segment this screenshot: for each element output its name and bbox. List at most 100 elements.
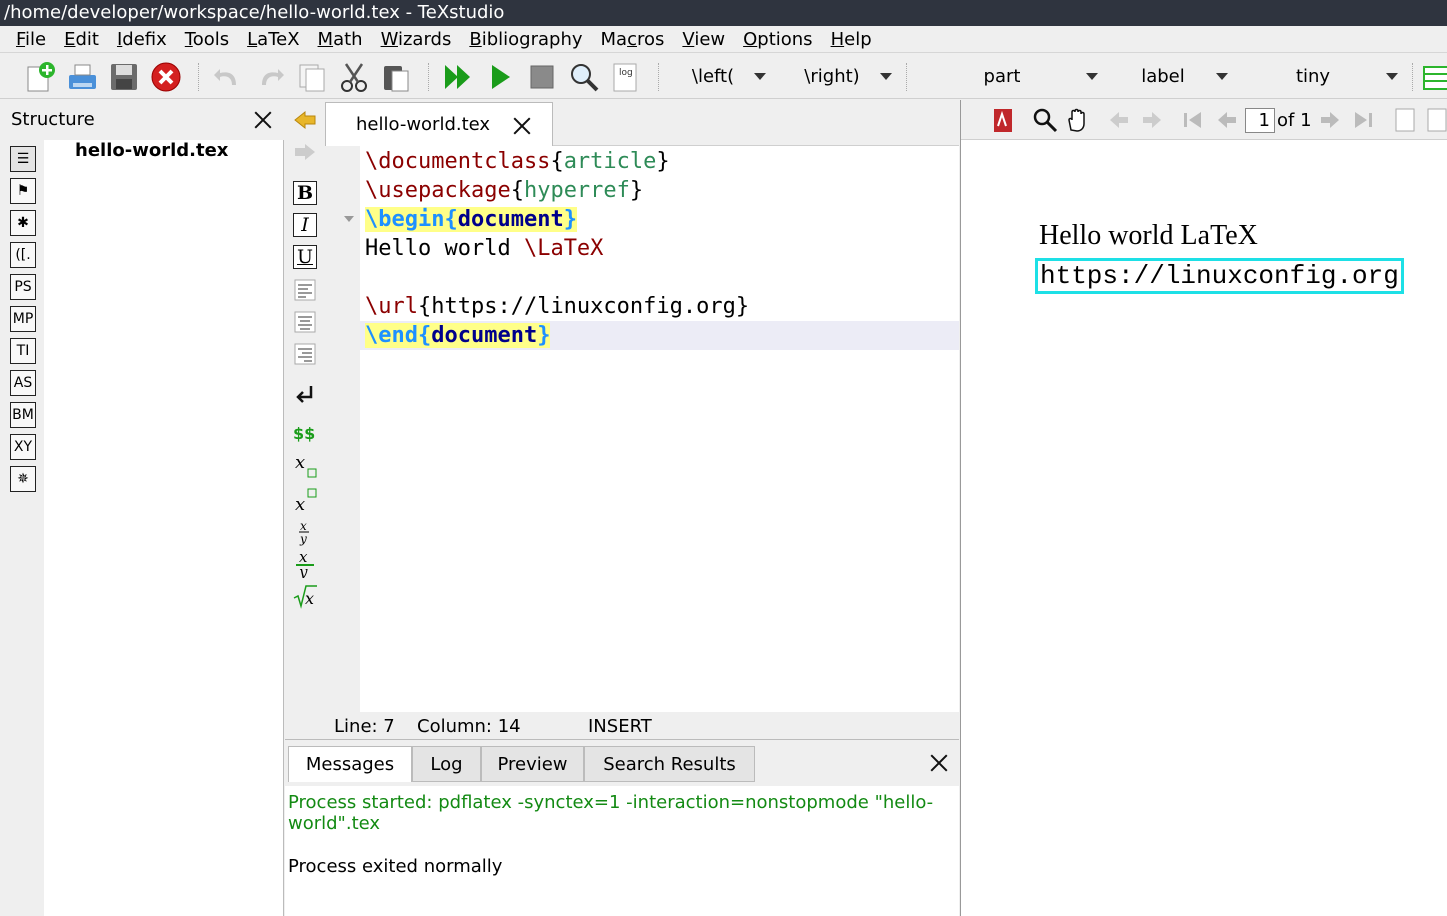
tab-search-results[interactable]: Search Results — [584, 746, 755, 782]
right-delimiter-value: \right) — [804, 65, 860, 87]
menu-item-wizards[interactable]: Wizards — [372, 27, 461, 52]
newline-icon[interactable] — [289, 380, 321, 408]
pdf-url-link[interactable]: https://linuxconfig.org — [1035, 258, 1404, 294]
sidebar-panel-icon[interactable]: ✵ — [10, 466, 36, 492]
fit-width-icon[interactable] — [1421, 104, 1447, 136]
menu-item-latex[interactable]: LaTeX — [238, 27, 308, 52]
next-page-icon[interactable] — [1314, 104, 1346, 136]
undo-icon[interactable] — [212, 61, 244, 93]
bold-button[interactable]: B — [293, 181, 317, 205]
back-icon[interactable] — [1103, 104, 1135, 136]
menu-item-idefix[interactable]: Idefix — [108, 27, 176, 52]
menu-item-macros[interactable]: Macros — [592, 27, 674, 52]
forward-icon[interactable] — [1136, 104, 1168, 136]
previous-page-icon[interactable] — [1211, 104, 1243, 136]
stop-compile-icon[interactable] — [526, 61, 558, 93]
status-mode: INSERT — [588, 716, 652, 737]
italic-button[interactable]: I — [293, 213, 317, 237]
sidebar-panel-icon[interactable]: MP — [10, 306, 36, 332]
small-fraction-icon[interactable]: xy — [289, 518, 321, 546]
zoom-icon[interactable] — [1029, 104, 1061, 136]
menu-item-file[interactable]: File — [7, 27, 55, 52]
pdf-document-icon[interactable] — [987, 104, 1019, 136]
tab-preview[interactable]: Preview — [481, 746, 584, 782]
back-arrow-icon[interactable] — [291, 108, 319, 132]
inline-math-icon[interactable]: $$ — [293, 424, 315, 443]
menu-item-options[interactable]: Options — [734, 27, 821, 52]
hand-tool-icon[interactable] — [1061, 104, 1093, 136]
align-left-icon[interactable] — [289, 276, 321, 304]
menu-item-view[interactable]: View — [673, 27, 734, 52]
menu-item-bibliography[interactable]: Bibliography — [460, 27, 591, 52]
forward-arrow-icon[interactable] — [291, 140, 319, 164]
last-page-icon[interactable] — [1347, 104, 1379, 136]
fraction-icon[interactable]: xy — [289, 550, 321, 578]
sidebar-panel-icon[interactable]: ✱ — [10, 210, 36, 236]
page-number-input[interactable]: 1 — [1245, 108, 1275, 133]
svg-text:y: y — [298, 563, 308, 578]
fold-arrow-icon[interactable] — [343, 214, 355, 224]
editor-tab-bar: hello-world.tex — [325, 100, 959, 146]
latex-logo: LaTeX — [1180, 220, 1258, 251]
subscript-icon[interactable]: x — [289, 452, 321, 480]
svg-text:x: x — [295, 452, 305, 473]
print-icon[interactable] — [66, 61, 98, 93]
square-root-icon[interactable]: x — [289, 582, 321, 610]
tab-hello-world[interactable]: hello-world.tex — [325, 102, 553, 146]
code-editor[interactable]: \documentclass{article} \usepackage{hype… — [360, 146, 959, 712]
zoom-100-icon[interactable] — [1389, 104, 1421, 136]
sidebar-panel-icon[interactable]: BM — [10, 402, 36, 428]
underline-button[interactable]: U — [293, 245, 317, 269]
left-delimiter-combo[interactable]: \left( — [672, 59, 772, 93]
chevron-down-icon — [1086, 72, 1098, 80]
tab-messages[interactable]: Messages — [288, 746, 412, 782]
superscript-icon[interactable]: x — [289, 486, 321, 514]
pdf-viewer: 1 of 1 Hello world LaTeX https://linuxco… — [960, 100, 1447, 916]
chevron-down-icon — [1216, 72, 1228, 80]
structure-file-item[interactable]: hello-world.tex — [75, 140, 228, 161]
close-messages-icon[interactable] — [928, 752, 950, 774]
align-center-icon[interactable] — [289, 308, 321, 336]
view-log-icon[interactable]: log — [610, 61, 642, 93]
close-document-icon[interactable] — [150, 61, 182, 93]
sidebar-panel-icon[interactable]: ☰ — [10, 146, 36, 172]
menu-item-help[interactable]: Help — [822, 27, 881, 52]
align-right-icon[interactable] — [289, 340, 321, 368]
right-delimiter-combo[interactable]: \right) — [784, 59, 898, 93]
table-icon[interactable] — [1420, 61, 1447, 93]
sidebar-panel-icon[interactable]: PS — [10, 274, 36, 300]
compile-icon[interactable] — [484, 61, 516, 93]
redo-icon[interactable] — [254, 61, 286, 93]
build-and-view-icon[interactable] — [442, 61, 474, 93]
sectioning-combo[interactable]: part — [918, 59, 1104, 93]
cut-icon[interactable] — [338, 61, 370, 93]
code-line: \documentclass{article} — [365, 149, 670, 174]
sidebar-panel-icon[interactable]: ⚑ — [10, 178, 36, 204]
messages-output: Process started: pdflatex -synctex=1 -in… — [288, 792, 948, 877]
tab-log[interactable]: Log — [412, 746, 481, 782]
reference-combo[interactable]: label — [1110, 59, 1234, 93]
sidebar-panel-icon[interactable]: ([. — [10, 242, 36, 268]
main-toolbar: log \left( \right) part label tiny — [0, 53, 1447, 99]
close-tab-icon[interactable] — [511, 115, 533, 137]
pdf-toolbar: 1 of 1 — [961, 100, 1447, 140]
menu-item-math[interactable]: Math — [309, 27, 372, 52]
chevron-down-icon — [880, 72, 892, 80]
sidebar-panel-icon[interactable]: XY — [10, 434, 36, 460]
first-page-icon[interactable] — [1177, 104, 1209, 136]
new-file-icon[interactable] — [24, 61, 56, 93]
structure-header: Structure — [0, 100, 284, 140]
sidebar-panel-icon[interactable]: TI — [10, 338, 36, 364]
copy-icon[interactable] — [296, 61, 328, 93]
menu-item-tools[interactable]: Tools — [176, 27, 238, 52]
sidebar-panel-icon[interactable]: AS — [10, 370, 36, 396]
size-combo[interactable]: tiny — [1240, 59, 1404, 93]
save-icon[interactable] — [108, 61, 140, 93]
menu-item-edit[interactable]: Edit — [55, 27, 108, 52]
code-line: Hello world \LaTeX — [365, 236, 604, 261]
close-structure-icon[interactable] — [252, 109, 274, 131]
view-pdf-icon[interactable] — [568, 61, 600, 93]
structure-panel: Structure ☰ ⚑ ✱ ([. PS MP TI AS BM XY ✵ hello-worl… — [0, 100, 284, 916]
paste-icon[interactable] — [380, 61, 412, 93]
code-line: \usepackage{hyperref} — [365, 178, 644, 203]
